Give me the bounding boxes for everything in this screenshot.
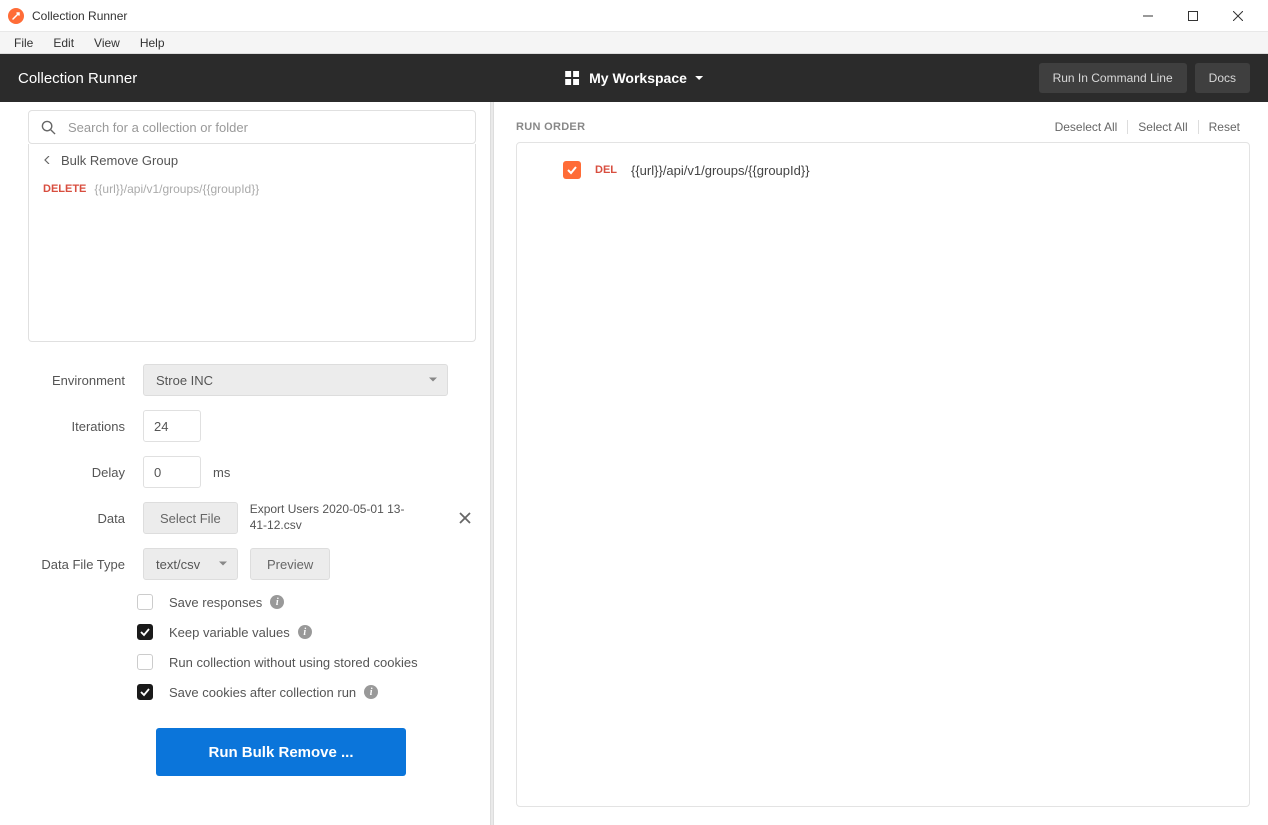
menubar: File Edit View Help xyxy=(0,32,1268,54)
header-title: Collection Runner xyxy=(18,70,137,87)
info-icon[interactable]: i xyxy=(298,625,312,639)
run-order-item[interactable]: DEL {{url}}/api/v1/groups/{{groupId}} xyxy=(535,161,1231,179)
info-icon[interactable]: i xyxy=(270,595,284,609)
workspace-name: My Workspace xyxy=(589,70,687,86)
save-cookies-checkbox[interactable] xyxy=(137,684,153,700)
close-button[interactable] xyxy=(1215,1,1260,31)
collection-list: Bulk Remove Group DELETE {{url}}/api/v1/… xyxy=(28,144,476,342)
menu-file[interactable]: File xyxy=(4,34,43,52)
order-item-url: {{url}}/api/v1/groups/{{groupId}} xyxy=(631,163,810,178)
search-icon xyxy=(41,120,56,135)
iterations-label: Iterations xyxy=(28,419,143,434)
select-all-link[interactable]: Select All xyxy=(1128,120,1197,134)
collection-name: Bulk Remove Group xyxy=(61,153,178,168)
right-panel: RUN ORDER Deselect All Select All Reset … xyxy=(494,102,1268,825)
window-titlebar: Collection Runner xyxy=(0,0,1268,32)
order-item-method: DEL xyxy=(595,164,617,176)
delay-label: Delay xyxy=(28,465,143,480)
environment-label: Environment xyxy=(28,373,143,388)
app-header: Collection Runner My Workspace Run In Co… xyxy=(0,54,1268,102)
order-item-checkbox[interactable] xyxy=(563,161,581,179)
save-cookies-label: Save cookies after collection run xyxy=(169,685,356,700)
file-type-select[interactable]: text/csv xyxy=(143,548,238,580)
reset-link[interactable]: Reset xyxy=(1199,120,1250,134)
window-title: Collection Runner xyxy=(32,9,127,23)
workspace-selector[interactable]: My Workspace xyxy=(565,70,703,86)
environment-select[interactable]: Stroe INC xyxy=(143,364,448,396)
run-order-title: RUN ORDER xyxy=(516,121,585,133)
menu-edit[interactable]: Edit xyxy=(43,34,84,52)
search-box[interactable] xyxy=(28,110,476,144)
request-url: {{url}}/api/v1/groups/{{groupId}} xyxy=(94,182,259,196)
info-icon[interactable]: i xyxy=(364,685,378,699)
delay-unit: ms xyxy=(213,465,230,480)
save-responses-checkbox[interactable] xyxy=(137,594,153,610)
menu-help[interactable]: Help xyxy=(130,34,175,52)
minimize-button[interactable] xyxy=(1125,1,1170,31)
run-cmd-button[interactable]: Run In Command Line xyxy=(1039,63,1187,93)
run-button[interactable]: Run Bulk Remove ... xyxy=(156,728,406,776)
request-method: DELETE xyxy=(43,183,86,195)
chevron-left-icon xyxy=(43,156,51,164)
grid-icon xyxy=(565,71,579,85)
run-order-list: DEL {{url}}/api/v1/groups/{{groupId}} xyxy=(516,142,1250,807)
close-icon[interactable] xyxy=(458,511,472,525)
delay-input[interactable] xyxy=(143,456,201,488)
search-input[interactable] xyxy=(68,120,463,135)
keep-vars-label: Keep variable values xyxy=(169,625,290,640)
file-type-label: Data File Type xyxy=(28,557,143,572)
deselect-all-link[interactable]: Deselect All xyxy=(1045,120,1128,134)
docs-button[interactable]: Docs xyxy=(1195,63,1250,93)
left-panel: Bulk Remove Group DELETE {{url}}/api/v1/… xyxy=(0,102,490,825)
data-label: Data xyxy=(28,511,143,526)
chevron-down-icon xyxy=(695,76,703,81)
no-cookies-checkbox[interactable] xyxy=(137,654,153,670)
no-cookies-label: Run collection without using stored cook… xyxy=(169,655,418,670)
app-icon xyxy=(8,8,24,24)
save-responses-label: Save responses xyxy=(169,595,262,610)
iterations-input[interactable] xyxy=(143,410,201,442)
menu-view[interactable]: View xyxy=(84,34,130,52)
file-name: Export Users 2020-05-01 13-41-12.csv xyxy=(250,502,420,533)
chevron-down-icon xyxy=(429,378,437,383)
maximize-button[interactable] xyxy=(1170,1,1215,31)
preview-button[interactable]: Preview xyxy=(250,548,330,580)
collection-back[interactable]: Bulk Remove Group xyxy=(29,144,475,176)
keep-vars-checkbox[interactable] xyxy=(137,624,153,640)
select-file-button[interactable]: Select File xyxy=(143,502,238,534)
chevron-down-icon xyxy=(219,562,227,567)
request-row[interactable]: DELETE {{url}}/api/v1/groups/{{groupId}} xyxy=(29,176,475,202)
